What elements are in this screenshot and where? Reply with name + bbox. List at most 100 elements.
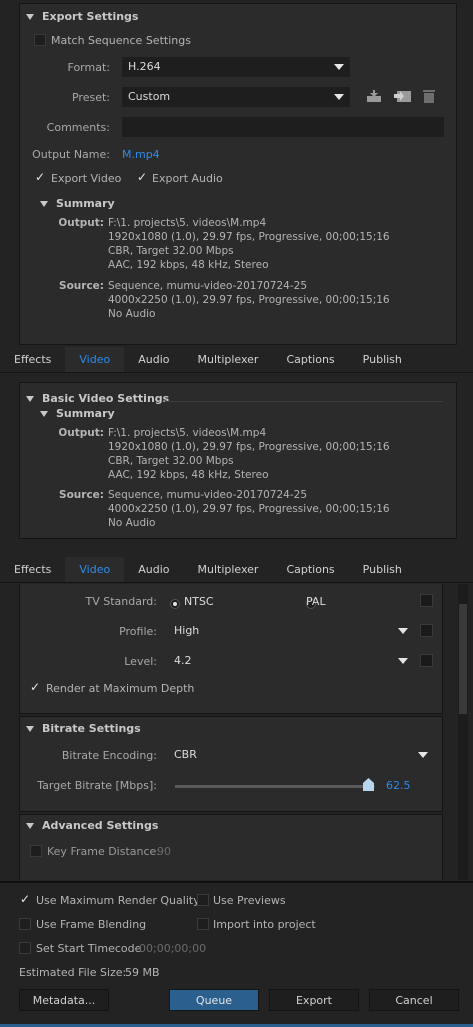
chevron-down-icon bbox=[334, 64, 344, 70]
bitrate-settings-header[interactable]: Bitrate Settings bbox=[26, 722, 141, 735]
tab-effects[interactable]: Effects bbox=[0, 557, 65, 582]
summary-line: 1920x1080 (1.0), 29.97 fps, Progressive,… bbox=[108, 231, 390, 243]
start-timecode-value: 00;00;00;00 bbox=[139, 942, 207, 955]
export-settings-title: Export Settings bbox=[42, 10, 139, 23]
summary-output: Output: F:\1. projects\5. videos\M.mp4 1… bbox=[58, 426, 389, 482]
chevron-down-icon bbox=[334, 94, 344, 100]
profile-toggle[interactable] bbox=[420, 624, 433, 637]
target-bitrate-value[interactable]: 62.5 bbox=[386, 779, 411, 792]
import-preset-icon[interactable] bbox=[394, 89, 412, 103]
summary-line: Sequence, mumu-video-20170724-25 bbox=[108, 489, 307, 501]
comments-input[interactable] bbox=[122, 117, 444, 137]
profile-value: High bbox=[174, 624, 200, 637]
tab-publish[interactable]: Publish bbox=[349, 347, 416, 372]
collapse-triangle-icon bbox=[26, 822, 34, 829]
summary-line: F:\1. projects\5. videos\M.mp4 bbox=[108, 427, 267, 439]
export-button[interactable]: Export bbox=[269, 989, 359, 1011]
pal-label: PAL bbox=[306, 595, 326, 608]
use-previews-checkbox[interactable] bbox=[197, 894, 209, 906]
collapse-triangle-icon bbox=[40, 200, 48, 207]
summary-header[interactable]: Summary bbox=[40, 407, 115, 420]
import-into-project-checkbox[interactable] bbox=[197, 918, 209, 930]
advanced-settings-title: Advanced Settings bbox=[42, 819, 159, 832]
export-video-checkbox[interactable]: ✓ bbox=[34, 170, 46, 184]
delete-preset-icon[interactable] bbox=[423, 89, 435, 103]
tv-standard-toggle[interactable] bbox=[420, 594, 433, 607]
summary-line: CBR, Target 32.00 Mbps bbox=[108, 245, 234, 257]
summary-title: Summary bbox=[56, 197, 115, 210]
target-bitrate-slider[interactable] bbox=[175, 785, 375, 788]
ntsc-label: NTSC bbox=[184, 595, 214, 608]
basic-video-header[interactable]: Basic Video Settings bbox=[26, 392, 169, 405]
summary-line: F:\1. projects\5. videos\M.mp4 bbox=[108, 217, 267, 229]
key-frame-checkbox[interactable] bbox=[30, 845, 42, 857]
tab-multiplexer[interactable]: Multiplexer bbox=[183, 557, 272, 582]
render-max-depth-label: Render at Maximum Depth bbox=[46, 682, 195, 695]
estimated-size-value: 59 MB bbox=[125, 966, 160, 979]
summary-source: Source: Sequence, mumu-video-20170724-25… bbox=[58, 279, 390, 321]
queue-button[interactable]: Queue bbox=[169, 989, 259, 1011]
set-start-timecode-checkbox[interactable] bbox=[19, 942, 31, 954]
format-label: Format: bbox=[67, 61, 110, 74]
key-frame-label: Key Frame Distance: bbox=[47, 845, 161, 858]
tab-audio[interactable]: Audio bbox=[124, 347, 183, 372]
summary-line: AAC, 192 kbps, 48 kHz, Stereo bbox=[108, 469, 269, 481]
tab-multiplexer[interactable]: Multiplexer bbox=[183, 347, 272, 372]
tab-video[interactable]: Video bbox=[65, 557, 125, 582]
cancel-button[interactable]: Cancel bbox=[369, 989, 459, 1011]
bitrate-encoding-value: CBR bbox=[174, 748, 197, 761]
use-frame-blending-checkbox[interactable] bbox=[19, 918, 31, 930]
level-toggle[interactable] bbox=[420, 654, 433, 667]
source-key: Source: bbox=[59, 489, 104, 501]
format-dropdown[interactable]: H.264 bbox=[122, 57, 350, 77]
bitrate-encoding-label: Bitrate Encoding: bbox=[61, 749, 157, 762]
summary-header[interactable]: Summary bbox=[40, 197, 115, 210]
chevron-down-icon bbox=[418, 752, 428, 758]
export-audio-label: Export Audio bbox=[152, 172, 223, 185]
tab-audio[interactable]: Audio bbox=[124, 557, 183, 582]
footer-divider bbox=[0, 881, 473, 883]
preset-dropdown[interactable]: Custom bbox=[122, 87, 350, 107]
key-frame-value: 90 bbox=[157, 845, 171, 858]
level-label: Level: bbox=[124, 655, 157, 668]
format-value: H.264 bbox=[128, 60, 161, 73]
level-dropdown[interactable]: 4.2 bbox=[168, 651, 414, 671]
advanced-settings-header[interactable]: Advanced Settings bbox=[26, 819, 158, 832]
bitrate-settings-title: Bitrate Settings bbox=[42, 722, 141, 735]
use-max-quality-checkbox[interactable]: ✓ bbox=[19, 892, 31, 906]
use-previews-label: Use Previews bbox=[213, 894, 286, 907]
profile-label: Profile: bbox=[119, 625, 157, 638]
bitrate-encoding-dropdown[interactable]: CBR bbox=[168, 745, 434, 765]
tab-captions[interactable]: Captions bbox=[272, 347, 348, 372]
tv-standard-label: TV Standard: bbox=[85, 595, 158, 608]
render-max-depth-checkbox[interactable]: ✓ bbox=[29, 680, 41, 694]
ntsc-radio[interactable] bbox=[170, 599, 180, 609]
output-name-link[interactable]: M.mp4 bbox=[122, 148, 160, 161]
scrollbar[interactable] bbox=[458, 584, 468, 880]
export-audio-checkbox[interactable]: ✓ bbox=[136, 170, 148, 184]
metadata-button[interactable]: Metadata... bbox=[19, 989, 109, 1011]
tab-publish[interactable]: Publish bbox=[349, 557, 416, 582]
save-preset-icon[interactable] bbox=[366, 89, 382, 103]
use-max-quality-label: Use Maximum Render Quality bbox=[36, 894, 200, 907]
tab-effects[interactable]: Effects bbox=[0, 347, 65, 372]
scrollbar-thumb[interactable] bbox=[459, 604, 467, 714]
source-key: Source: bbox=[59, 280, 104, 292]
collapse-triangle-icon bbox=[26, 725, 34, 732]
set-start-timecode-label: Set Start Timecode bbox=[36, 942, 142, 955]
chevron-down-icon bbox=[398, 628, 408, 634]
summary-title: Summary bbox=[56, 407, 115, 420]
summary-line: Sequence, mumu-video-20170724-25 bbox=[108, 280, 307, 292]
slider-thumb-icon[interactable] bbox=[363, 778, 374, 791]
export-settings-header[interactable]: Export Settings bbox=[26, 10, 138, 23]
profile-dropdown[interactable]: High bbox=[168, 621, 414, 641]
import-into-project-label: Import into project bbox=[213, 918, 316, 931]
tab-video[interactable]: Video bbox=[65, 347, 125, 372]
match-sequence-label: Match Sequence Settings bbox=[51, 34, 191, 47]
estimated-size-label: Estimated File Size: bbox=[19, 966, 127, 979]
match-sequence-checkbox[interactable] bbox=[34, 34, 46, 46]
use-frame-blending-label: Use Frame Blending bbox=[36, 918, 147, 931]
preset-value: Custom bbox=[128, 90, 171, 103]
tab-bar: Effects Video Audio Multiplexer Captions… bbox=[0, 557, 473, 583]
tab-captions[interactable]: Captions bbox=[272, 557, 348, 582]
